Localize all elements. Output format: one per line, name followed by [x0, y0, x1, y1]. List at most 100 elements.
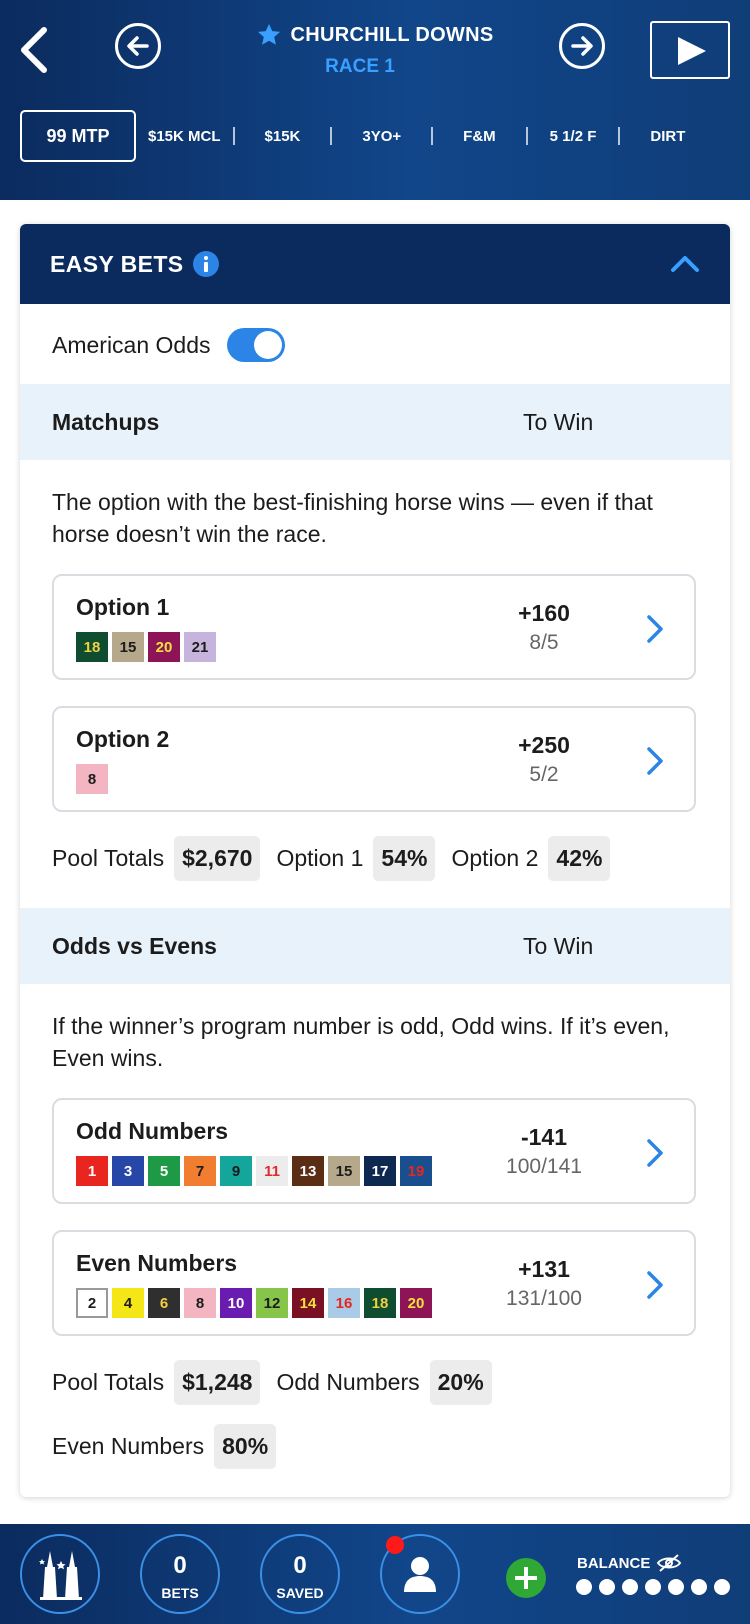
program-number: 4: [112, 1288, 144, 1318]
section-title: Odds vs Evens: [52, 933, 217, 959]
pool-option-label: Option 2: [451, 845, 539, 871]
hidden-digit: [668, 1579, 684, 1595]
american-odds: +131: [518, 1256, 570, 1282]
bets-count: 0: [173, 1552, 187, 1579]
to-win-label: To Win: [523, 933, 594, 959]
program-numbers: 2 4 6 8 10 12 14 16 18 20: [76, 1288, 432, 1318]
pool-option-label: Option 1: [276, 845, 364, 871]
matchups-pool-totals: Pool Totals $2,670 Option 1 54% Option 2…: [52, 836, 626, 881]
program-number: 13: [292, 1156, 324, 1186]
arrow-right-icon: [571, 36, 593, 56]
toggle-knob: [253, 331, 282, 359]
fractional-odds: 5/2: [529, 763, 559, 786]
even-numbers-card[interactable]: Even Numbers 2 4 6 8 10 12 14 16 18 20 +131 131/1…: [52, 1230, 696, 1336]
program-numbers: 1 3 5 7 9 11 13 15 17 19: [76, 1156, 432, 1186]
hidden-digit: [576, 1579, 592, 1595]
program-number: 5: [148, 1156, 180, 1186]
balance-toggle[interactable]: BALANCE: [577, 1554, 682, 1572]
bets-button[interactable]: 0 BETS: [140, 1534, 220, 1614]
program-number: 9: [220, 1156, 252, 1186]
saved-label: SAVED: [276, 1585, 324, 1601]
program-number: 12: [256, 1288, 288, 1318]
program-numbers: 18 15 20 21: [76, 632, 216, 662]
program-number: 17: [364, 1156, 396, 1186]
option-1-card[interactable]: Option 1 18 15 20 21 +160 8/5: [52, 574, 696, 680]
pool-option-percent: 54%: [373, 836, 436, 881]
to-win-label: To Win: [523, 409, 594, 435]
american-odds-row: American Odds: [52, 328, 285, 362]
chevron-right-icon: [647, 615, 663, 643]
american-odds: +160: [518, 600, 570, 626]
hidden-digit: [714, 1579, 730, 1595]
chevron-right-icon: [647, 1271, 663, 1299]
pool-option-label: Even Numbers: [52, 1433, 205, 1459]
matchups-section-header: Matchups To Win: [20, 384, 730, 460]
program-number: 20: [148, 632, 180, 662]
pool-totals-label: Pool Totals: [52, 845, 165, 871]
favorite-star-icon[interactable]: [256, 22, 282, 48]
hidden-digit: [622, 1579, 638, 1595]
race-condition: $15K: [264, 127, 301, 145]
watch-video-button[interactable]: [650, 21, 730, 79]
race-condition: 5 1/2 F: [549, 127, 597, 145]
chevron-right-icon: [647, 747, 663, 775]
odds-evens-pool-totals-cont: Even Numbers 80%: [52, 1424, 292, 1469]
american-odds-label: American Odds: [52, 331, 211, 358]
american-odds-toggle[interactable]: [226, 328, 285, 362]
program-number: 2: [76, 1288, 108, 1318]
odd-numbers-card[interactable]: Odd Numbers 1 3 5 7 9 11 13 15 17 19 -141 100/141: [52, 1098, 696, 1204]
easy-bets-title: EASY BETS: [50, 251, 184, 277]
option-name: Option 1: [76, 594, 170, 620]
program-number: 10: [220, 1288, 252, 1318]
info-icon[interactable]: [192, 250, 220, 278]
race-condition: F&M: [463, 127, 496, 145]
option-2-card[interactable]: Option 2 8 +250 5/2: [52, 706, 696, 812]
pool-option-percent: 20%: [429, 1360, 492, 1405]
user-icon: [404, 1557, 436, 1592]
notification-dot: [386, 1536, 404, 1554]
chevron-right-icon: [647, 1139, 663, 1167]
easy-bets-card: EASY BETS American Odds Matchups To Win …: [20, 224, 730, 1497]
pool-total-amount: $2,670: [174, 836, 261, 881]
chevron-up-icon[interactable]: [670, 250, 700, 278]
pool-option-label: Odd Numbers: [276, 1369, 420, 1395]
fractional-odds: 8/5: [529, 631, 559, 654]
easy-bets-header[interactable]: EASY BETS: [20, 224, 730, 304]
add-funds-button[interactable]: [506, 1558, 546, 1598]
program-number: 1: [76, 1156, 108, 1186]
home-button[interactable]: [20, 1534, 100, 1614]
eye-hidden-icon[interactable]: [656, 1554, 682, 1572]
pool-totals-label: Pool Totals: [52, 1369, 165, 1395]
saved-button[interactable]: 0 SAVED: [260, 1534, 340, 1614]
program-number: 14: [292, 1288, 324, 1318]
pool-total-amount: $1,248: [174, 1360, 261, 1405]
option-name: Odd Numbers: [76, 1118, 229, 1144]
race-conditions: $15K MCL $15K 3YO+ F&M 5 1/2 F DIRT: [136, 127, 715, 145]
race-header: CHURCHILL DOWNS RACE 1 99 MTP $15K MCL $…: [0, 0, 750, 200]
track-title[interactable]: CHURCHILL DOWNS: [256, 22, 493, 48]
option-name: Option 2: [76, 726, 170, 752]
matchups-description: The option with the best-finishing horse…: [52, 489, 653, 547]
program-number: 8: [76, 764, 108, 794]
program-number: 18: [364, 1288, 396, 1318]
program-number: 19: [400, 1156, 432, 1186]
bets-label: BETS: [161, 1585, 199, 1601]
next-race-button[interactable]: [559, 23, 605, 69]
program-number: 16: [328, 1288, 360, 1318]
fractional-odds: 100/141: [506, 1155, 582, 1178]
program-number: 6: [148, 1288, 180, 1318]
program-numbers: 8: [76, 764, 108, 794]
bottom-navigation: 0 BETS 0 SAVED BALANCE: [0, 1524, 750, 1624]
hidden-digit: [645, 1579, 661, 1595]
program-number: 11: [256, 1156, 288, 1186]
track-name: CHURCHILL DOWNS: [290, 23, 494, 46]
program-number: 21: [184, 632, 216, 662]
odds-evens-section-header: Odds vs Evens To Win: [20, 908, 730, 984]
section-title: Matchups: [52, 409, 160, 435]
hidden-digit: [599, 1579, 615, 1595]
mtp-badge: 99 MTP: [20, 110, 136, 162]
saved-count: 0: [293, 1552, 307, 1579]
balance-hidden-dots: [576, 1579, 730, 1595]
fractional-odds: 131/100: [506, 1287, 582, 1310]
program-number: 20: [400, 1288, 432, 1318]
